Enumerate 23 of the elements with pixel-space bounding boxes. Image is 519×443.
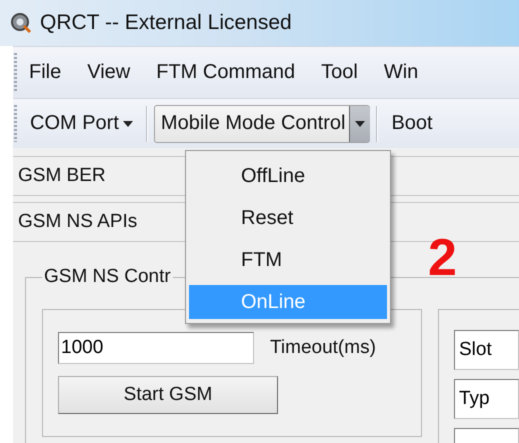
menu-item[interactable]: Tool — [315, 57, 364, 88]
timeout-field[interactable]: 1000 — [58, 332, 254, 364]
menu-item[interactable]: FTM Command — [150, 57, 302, 88]
start-button[interactable]: Start GSM — [58, 376, 278, 414]
step-number: 2 — [428, 228, 457, 288]
timeout-label: Timeout(ms) — [270, 337, 376, 359]
mode-dropdown-button[interactable]: Mobile Mode Control — [154, 104, 370, 142]
menu-option[interactable]: OffLine — [189, 159, 387, 193]
menu-item[interactable]: View — [81, 57, 136, 88]
group-title: GSM NS Contr — [43, 266, 172, 288]
toolbar-button[interactable]: Boot — [384, 104, 440, 142]
caret-icon — [355, 120, 366, 126]
dropdown-field[interactable]: Slot — [454, 330, 519, 370]
caret-icon — [122, 120, 133, 126]
app-icon — [10, 12, 32, 34]
window-title: QRCT -- External Licensed — [40, 11, 292, 35]
dropdown-arrow-button[interactable] — [349, 106, 370, 142]
menu-option[interactable]: FTM — [189, 243, 387, 277]
com-port-dropdown[interactable]: COM Port — [23, 104, 140, 142]
menu-item[interactable]: Win — [378, 57, 424, 88]
menu-option[interactable]: Reset — [189, 201, 387, 235]
dropdown-field[interactable]: Typ — [454, 379, 519, 419]
menu-item[interactable]: File — [23, 57, 68, 88]
